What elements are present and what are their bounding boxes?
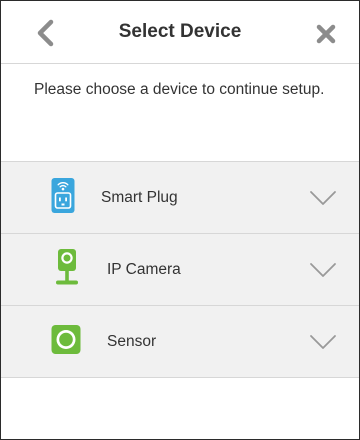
close-icon: [316, 24, 336, 44]
device-list: Smart Plug IP Camera Sensor: [1, 161, 359, 378]
device-label: Sensor: [107, 333, 157, 350]
device-item-smart-plug[interactable]: Smart Plug: [1, 162, 359, 234]
chevron-down-icon: [310, 263, 336, 277]
device-label: IP Camera: [107, 261, 181, 278]
device-item-sensor[interactable]: Sensor: [1, 306, 359, 378]
close-button[interactable]: [315, 23, 337, 45]
chevron-down-icon: [310, 335, 336, 349]
setup-screen: Select Device Please choose a device to …: [0, 0, 360, 440]
back-button[interactable]: [31, 17, 61, 49]
device-item-ip-camera[interactable]: IP Camera: [1, 234, 359, 306]
chevron-down-icon: [310, 191, 336, 205]
ip-camera-icon: [54, 248, 80, 291]
header-bar: Select Device: [1, 1, 359, 64]
instruction-text: Please choose a device to continue setup…: [34, 81, 325, 98]
sensor-icon: [51, 324, 81, 359]
chevron-left-icon: [37, 19, 54, 47]
smart-plug-icon: [51, 177, 75, 218]
device-label: Smart Plug: [101, 189, 178, 206]
